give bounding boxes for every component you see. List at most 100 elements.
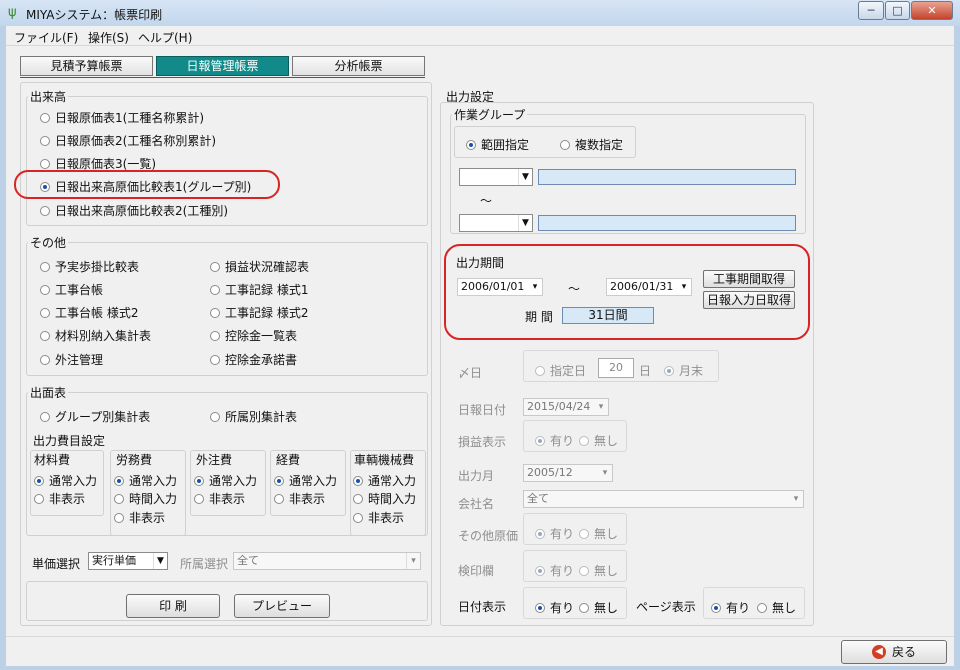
radio-zairyo-hidden[interactable]: 非表示 — [34, 490, 85, 507]
shutsumen-label: 出面表 — [28, 384, 69, 401]
title-bar: ψ MIYAシステム：帳票印刷 ─ □ ✕ — [0, 0, 960, 26]
sharyo-title: 車輌機械費 — [354, 453, 415, 467]
chevron-down-icon: ▼ — [153, 553, 167, 569]
radio-page-nashi[interactable]: 無し — [757, 599, 796, 616]
radio-other-nashi[interactable]: 無し — [579, 525, 618, 542]
radio-romu-normal[interactable]: 通常入力 — [114, 472, 177, 489]
tanka-value: 実行単価 — [92, 554, 136, 567]
radio-label: 非表示 — [129, 511, 166, 525]
radio-group-betsu[interactable]: グループ別集計表 — [40, 408, 150, 425]
company-select[interactable]: 全て ▾ — [523, 490, 804, 508]
radio-label: 有り — [550, 601, 575, 615]
menu-help[interactable]: ヘルプ(H) — [138, 29, 192, 46]
radio-label: 有り — [550, 434, 575, 448]
period-from-select[interactable]: 2006/01/01 ▾ — [457, 278, 543, 296]
radio-label: 通常入力 — [289, 474, 338, 488]
keihi-title: 経費 — [276, 453, 301, 467]
menu-bar: ファイル(F) 操作(S) ヘルプ(H) — [6, 26, 954, 46]
radio-keihi-normal[interactable]: 通常入力 — [274, 472, 337, 489]
radio-gaichu-kanri[interactable]: 外注管理 — [40, 351, 103, 368]
group-to-select[interactable]: ▼ — [459, 214, 533, 232]
radio-koji-daicho[interactable]: 工事台帳 — [40, 281, 103, 298]
minimize-button[interactable]: ─ — [858, 1, 884, 20]
radio-multiple[interactable]: 複数指定 — [560, 136, 623, 153]
period-to-value: 2006/01/31 — [610, 280, 674, 293]
company-label: 会社名 — [458, 497, 495, 511]
radio-label: 有り — [726, 601, 751, 615]
shime-day-input[interactable]: 20 — [598, 358, 634, 378]
month-value: 2005/12 — [527, 466, 573, 479]
radio-sharyo-hidden[interactable]: 非表示 — [353, 509, 404, 526]
radio-romu-time[interactable]: 時間入力 — [114, 490, 177, 507]
chevron-down-icon: ▼ — [518, 215, 532, 231]
radio-sharyo-time[interactable]: 時間入力 — [353, 490, 416, 507]
gaichu-title: 外注費 — [196, 453, 233, 467]
radio-kojokin-shodaku[interactable]: 控除金承諾書 — [210, 351, 297, 368]
radio-soneki-jokyo[interactable]: 損益状況確認表 — [210, 258, 309, 275]
radio-label: 通常入力 — [129, 474, 178, 488]
radio-stamp-ari[interactable]: 有り — [535, 562, 574, 579]
shozoku-select[interactable]: 全て ▾ — [233, 552, 421, 570]
radio-soneki-nashi[interactable]: 無し — [579, 432, 618, 449]
radio-date-nashi[interactable]: 無し — [579, 599, 618, 616]
radio-nippo-genka-1[interactable]: 日報原価表1(工種名称累計) — [40, 109, 204, 126]
radio-label: 有り — [550, 527, 575, 541]
radio-koji-kiroku-2[interactable]: 工事記録 様式2 — [210, 304, 308, 321]
radio-kojokin-ichiran[interactable]: 控除金一覧表 — [210, 327, 297, 344]
radio-soneki-ari[interactable]: 有り — [535, 432, 574, 449]
stamp-label: 検印欄 — [458, 564, 495, 578]
tab-daily-reports[interactable]: 日報管理帳票 — [156, 56, 289, 76]
nippo-date-select[interactable]: 2015/04/24 ▾ — [523, 398, 609, 416]
radio-yojitsu-bugake[interactable]: 予実歩掛比較表 — [40, 258, 139, 275]
radio-label: 控除金承諾書 — [225, 353, 298, 367]
hiyo-setting-label: 出力費目設定 — [33, 434, 106, 448]
preview-button[interactable]: プレビュー — [234, 594, 330, 618]
radio-getsumatsu[interactable]: 月末 — [664, 362, 703, 379]
tab-estimate-reports[interactable]: 見積予算帳票 — [20, 56, 153, 76]
get-nippo-date-button[interactable]: 日報入力日取得 — [703, 291, 795, 309]
radio-range[interactable]: 範囲指定 — [466, 136, 529, 153]
radio-label: 非表示 — [49, 492, 86, 506]
radio-koji-daicho-2[interactable]: 工事台帳 様式2 — [40, 304, 138, 321]
group-from-select[interactable]: ▼ — [459, 168, 533, 186]
tanka-select[interactable]: 実行単価 ▼ — [88, 552, 168, 570]
radio-other-ari[interactable]: 有り — [535, 525, 574, 542]
chevron-down-icon: ▼ — [518, 169, 532, 185]
radio-zairyo-nonyu[interactable]: 材料別納入集計表 — [40, 327, 151, 344]
radio-koji-kiroku-1[interactable]: 工事記録 様式1 — [210, 281, 308, 298]
back-label: 戻る — [891, 645, 916, 659]
zairyo-title: 材料費 — [34, 453, 71, 467]
radio-label: 時間入力 — [129, 492, 178, 506]
menu-operation[interactable]: 操作(S) — [88, 29, 129, 46]
radio-nippo-genka-2[interactable]: 日報原価表2(工種名称別累計) — [40, 132, 216, 149]
print-button[interactable]: 印 刷 — [126, 594, 220, 618]
radio-label: 無し — [594, 527, 619, 541]
menu-file[interactable]: ファイル(F) — [14, 29, 78, 46]
radio-page-ari[interactable]: 有り — [711, 599, 750, 616]
radio-stamp-nashi[interactable]: 無し — [579, 562, 618, 579]
period-to-select[interactable]: 2006/01/31 ▾ — [606, 278, 692, 296]
radio-label: 工事台帳 様式2 — [55, 306, 139, 320]
maximize-button[interactable]: □ — [885, 1, 910, 20]
radio-romu-hidden[interactable]: 非表示 — [114, 509, 165, 526]
kikan-value: 31日間 — [562, 307, 654, 324]
radio-label: 指定日 — [550, 364, 587, 378]
get-koji-period-button[interactable]: 工事期間取得 — [703, 270, 795, 288]
radio-sharyo-normal[interactable]: 通常入力 — [353, 472, 416, 489]
close-button[interactable]: ✕ — [911, 1, 953, 20]
radio-label: 非表示 — [289, 492, 326, 506]
radio-date-ari[interactable]: 有り — [535, 599, 574, 616]
month-select[interactable]: 2005/12 ▾ — [523, 464, 613, 482]
radio-keihi-hidden[interactable]: 非表示 — [274, 490, 325, 507]
radio-gaichu-normal[interactable]: 通常入力 — [194, 472, 257, 489]
radio-gaichu-hidden[interactable]: 非表示 — [194, 490, 245, 507]
radio-shiteibi[interactable]: 指定日 — [535, 362, 586, 379]
radio-shozoku-betsu[interactable]: 所属別集計表 — [210, 408, 297, 425]
radio-label: 無し — [594, 564, 619, 578]
back-button[interactable]: ◀ 戻る — [841, 640, 947, 664]
radio-dekidaka-hikaku-2[interactable]: 日報出来高原価比較表2(工種別) — [40, 202, 228, 219]
date-display-label: 日付表示 — [458, 600, 507, 614]
tab-analysis-reports[interactable]: 分析帳票 — [292, 56, 425, 76]
radio-zairyo-normal[interactable]: 通常入力 — [34, 472, 97, 489]
radio-label: 範囲指定 — [481, 138, 530, 152]
